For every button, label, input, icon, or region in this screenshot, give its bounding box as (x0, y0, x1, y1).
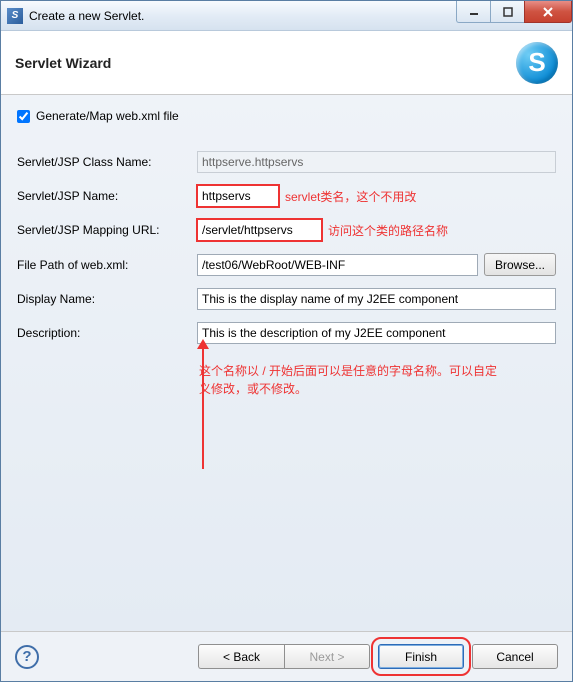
description-label: Description: (17, 326, 197, 340)
next-button: Next > (284, 644, 370, 669)
window-title: Create a new Servlet. (29, 9, 144, 23)
annotation-arrow-line (202, 345, 204, 469)
titlebar[interactable]: S Create a new Servlet. (1, 1, 572, 31)
annotation-bottom: 这个名称以 / 开始后面可以是任意的字母名称。可以自定 义修改，或不修改。 (199, 362, 556, 398)
generate-webxml-row: Generate/Map web.xml file (17, 109, 556, 123)
description-field[interactable] (197, 322, 556, 344)
maximize-button[interactable] (490, 1, 524, 23)
maximize-icon (503, 7, 513, 17)
close-icon (542, 6, 554, 18)
close-button[interactable] (524, 1, 572, 23)
servlet-icon: S (516, 42, 558, 84)
mapping-url-field[interactable] (197, 219, 322, 241)
back-button[interactable]: < Back (198, 644, 284, 669)
cancel-button[interactable]: Cancel (472, 644, 558, 669)
servlet-name-row: Servlet/JSP Name: servlet类名，这个不用改 (17, 185, 556, 207)
minimize-button[interactable] (456, 1, 490, 23)
help-icon[interactable]: ? (15, 645, 39, 669)
filepath-field[interactable] (197, 254, 478, 276)
wizard-title: Servlet Wizard (15, 55, 111, 71)
mapping-url-label: Servlet/JSP Mapping URL: (17, 223, 197, 237)
annotation-mapping: 访问这个类的路径名称 (328, 222, 448, 239)
description-row: Description: (17, 322, 556, 344)
browse-button[interactable]: Browse... (484, 253, 556, 276)
annotation-name: servlet类名，这个不用改 (285, 188, 416, 205)
window-controls (456, 1, 572, 23)
generate-webxml-label: Generate/Map web.xml file (36, 109, 179, 123)
app-icon: S (7, 8, 23, 24)
mapping-url-row: Servlet/JSP Mapping URL: 访问这个类的路径名称 (17, 219, 556, 241)
dialog-window: S Create a new Servlet. Servlet Wizard S… (0, 0, 573, 682)
wizard-footer: ? < Back Next > Finish Cancel (1, 631, 572, 681)
minimize-icon (469, 7, 479, 17)
annotation-bottom-line1: 这个名称以 / 开始后面可以是任意的字母名称。可以自定 (199, 362, 556, 380)
generate-webxml-checkbox[interactable] (17, 110, 30, 123)
wizard-content: Generate/Map web.xml file Servlet/JSP Cl… (1, 95, 572, 631)
annotation-arrow-head (197, 339, 209, 349)
display-name-label: Display Name: (17, 292, 197, 306)
wizard-header: Servlet Wizard S (1, 31, 572, 95)
class-name-label: Servlet/JSP Class Name: (17, 155, 197, 169)
finish-button[interactable]: Finish (378, 644, 464, 669)
annotation-bottom-line2: 义修改，或不修改。 (199, 380, 556, 398)
filepath-label: File Path of web.xml: (17, 258, 197, 272)
class-name-row: Servlet/JSP Class Name: (17, 151, 556, 173)
filepath-row: File Path of web.xml: Browse... (17, 253, 556, 276)
servlet-name-field[interactable] (197, 185, 279, 207)
display-name-field[interactable] (197, 288, 556, 310)
display-name-row: Display Name: (17, 288, 556, 310)
class-name-field (197, 151, 556, 173)
servlet-name-label: Servlet/JSP Name: (17, 189, 197, 203)
back-next-group: < Back Next > (198, 644, 370, 669)
